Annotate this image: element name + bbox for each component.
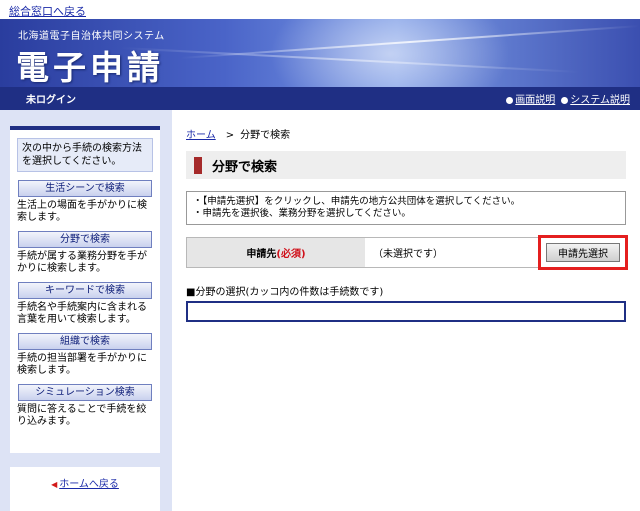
page-title: 分野で検索: [212, 159, 278, 175]
triangle-left-icon: ◀: [51, 480, 58, 489]
heading-bar-icon: [194, 156, 202, 174]
content-area: 次の中から手続の検索方法を選択してください。 生活シーンで検索 生活上の場面を手…: [0, 110, 640, 511]
applicant-label: 申請先 (必須): [187, 238, 365, 267]
bullet-icon: [561, 97, 569, 104]
screen-help-link[interactable]: 画面説明: [515, 95, 555, 106]
sidebar-intro: 次の中から手続の検索方法を選択してください。: [17, 138, 153, 172]
breadcrumb-home-link[interactable]: ホーム: [186, 130, 216, 141]
applicant-row: 申請先 (必須) （未選択です） 申請先選択: [186, 235, 628, 270]
simulation-search-button[interactable]: シミュレーション検索: [18, 384, 152, 401]
applicant-action-highlight: 申請先選択: [538, 235, 628, 270]
keyword-search-button[interactable]: キーワードで検索: [18, 282, 152, 299]
applicant-label-text: 申請先: [246, 249, 277, 260]
breadcrumb-current: 分野で検索: [240, 130, 291, 141]
header-banner: 北海道電子自治体共同システム 電子申請: [0, 19, 640, 87]
banner-glow: [260, 19, 520, 87]
system-help-link[interactable]: システム説明: [570, 95, 630, 106]
banner-subtitle: 北海道電子自治体共同システム: [18, 31, 165, 42]
home-link[interactable]: ホームへ戻る: [59, 479, 119, 490]
applicant-value: （未選択です）: [373, 249, 443, 260]
breadcrumb-separator: >: [225, 130, 235, 141]
search-method-panel: 次の中から手続の検索方法を選択してください。 生活シーンで検索 生活上の場面を手…: [10, 126, 160, 453]
back-to-portal-link[interactable]: 総合窓口へ戻る: [9, 5, 86, 18]
bullet-icon: [506, 97, 514, 104]
notice-line: ・【申請先選択】をクリックし、申請先の地方公共団体を選択してください。: [193, 196, 521, 207]
screen-help-item: 画面説明: [506, 91, 555, 106]
organization-search-button[interactable]: 組織で検索: [18, 333, 152, 350]
field-selection-title: ■分野の選択(カッコ内の件数は手続数です): [186, 287, 384, 298]
nav-bar: 未ログイン 画面説明 システム説明: [0, 87, 640, 110]
home-link-box: ◀ ホームへ戻る: [10, 467, 160, 511]
breadcrumb: ホーム > 分野で検索: [186, 126, 626, 141]
login-status: 未ログイン: [26, 95, 76, 106]
field-search-desc: 手続が属する業務分野を手がかりに検索します。: [17, 251, 147, 274]
instruction-notice: ・【申請先選択】をクリックし、申請先の地方公共団体を選択してください。 ・申請先…: [186, 191, 626, 225]
top-bar: 総合窓口へ戻る: [0, 0, 640, 19]
sidebar: 次の中から手続の検索方法を選択してください。 生活シーンで検索 生活上の場面を手…: [0, 110, 172, 511]
field-search-button[interactable]: 分野で検索: [18, 231, 152, 248]
select-applicant-button[interactable]: 申請先選択: [546, 243, 620, 262]
system-help-item: システム説明: [561, 91, 630, 106]
main-panel: ホーム > 分野で検索 分野で検索 ・【申請先選択】をクリックし、申請先の地方公共団…: [172, 110, 640, 511]
site-title: 電子申請: [16, 48, 164, 87]
page-heading: 分野で検索: [186, 151, 626, 179]
life-scene-search-button[interactable]: 生活シーンで検索: [18, 180, 152, 197]
nav-links: 画面説明 システム説明: [506, 91, 630, 106]
field-selection-box[interactable]: [186, 301, 626, 322]
life-scene-search-desc: 生活上の場面を手がかりに検索します。: [17, 200, 147, 223]
keyword-search-desc: 手続名や手続案内に含まれる言葉を用いて検索します。: [17, 302, 147, 325]
required-mark: (必須): [276, 249, 306, 260]
notice-line: ・申請先を選択後、業務分野を選択してください。: [193, 208, 411, 219]
simulation-search-desc: 質問に答えることで手続を絞り込みます。: [17, 404, 147, 427]
organization-search-desc: 手続の担当部署を手がかりに検索します。: [17, 353, 147, 376]
